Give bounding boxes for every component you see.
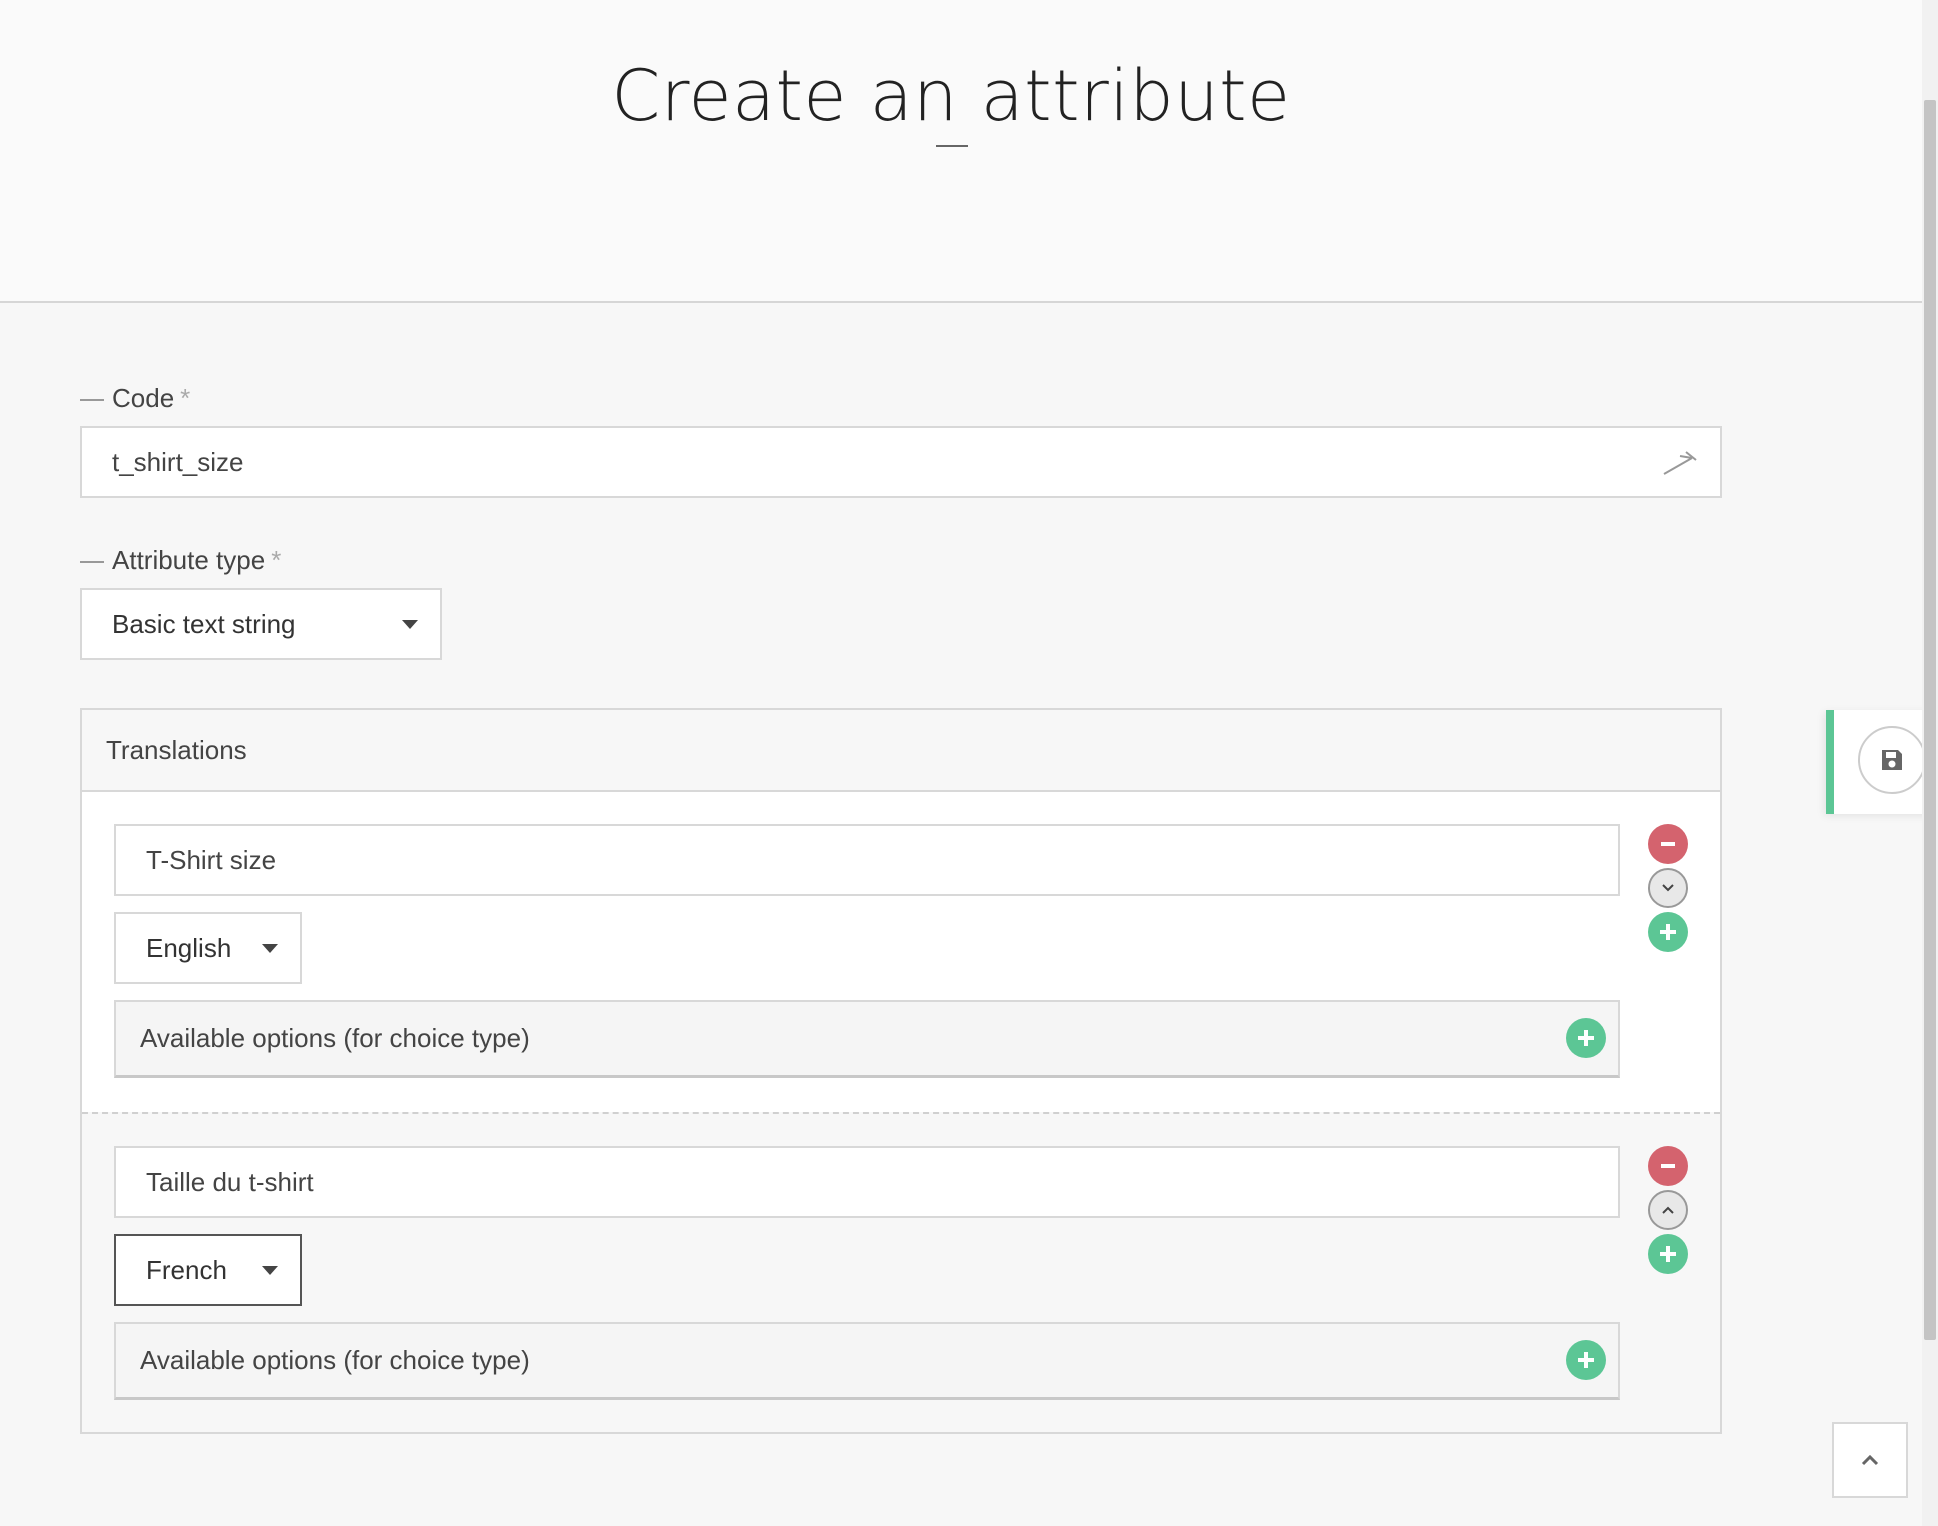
page-header: Create an attribute — [0, 0, 1922, 303]
scrollbar-thumb[interactable] — [1924, 100, 1936, 1340]
translation-item: Taille du t-shirt French Available optio… — [82, 1112, 1720, 1432]
translations-header: Translations — [82, 710, 1720, 792]
label-dash — [80, 399, 104, 402]
page-title: Create an attribute — [611, 55, 1291, 137]
chevron-down-icon — [1662, 884, 1674, 892]
caret-down-icon — [402, 620, 418, 629]
title-underline — [936, 145, 968, 147]
translation-value-input[interactable]: T-Shirt size — [114, 824, 1620, 896]
attribute-type-value: Basic text string — [112, 608, 296, 639]
floppy-disk-icon — [1882, 750, 1902, 770]
code-input[interactable]: t_shirt_size — [80, 426, 1722, 498]
move-up-button[interactable] — [1648, 1190, 1688, 1230]
required-mark: * — [180, 383, 191, 413]
chevron-up-icon — [1861, 1454, 1879, 1466]
wand-icon[interactable] — [1662, 448, 1698, 485]
scroll-top-button[interactable] — [1832, 1422, 1908, 1498]
minus-icon — [1661, 842, 1675, 846]
label-dash — [80, 561, 104, 564]
plus-icon — [1660, 1246, 1676, 1262]
available-options-bar: Available options (for choice type) — [114, 1000, 1620, 1078]
save-button[interactable] — [1858, 726, 1926, 794]
minus-icon — [1661, 1164, 1675, 1168]
add-translation-button[interactable] — [1648, 1234, 1688, 1274]
caret-down-icon — [262, 944, 278, 953]
remove-translation-button[interactable] — [1648, 1146, 1688, 1186]
add-option-button[interactable] — [1566, 1340, 1606, 1380]
scrollbar[interactable] — [1922, 0, 1938, 1526]
plus-icon — [1578, 1352, 1594, 1368]
code-label: Code * — [80, 383, 190, 414]
translation-value-input[interactable]: Taille du t-shirt — [114, 1146, 1620, 1218]
translation-item: T-Shirt size English Available options (… — [82, 792, 1720, 1112]
plus-icon — [1578, 1030, 1594, 1046]
code-input-value: t_shirt_size — [112, 446, 244, 477]
add-translation-button[interactable] — [1648, 912, 1688, 952]
move-down-button[interactable] — [1648, 868, 1688, 908]
chevron-up-icon — [1662, 1206, 1674, 1214]
caret-down-icon — [262, 1266, 278, 1275]
translations-panel: Translations T-Shirt size English Availa… — [80, 708, 1722, 1434]
attribute-type-select[interactable]: Basic text string — [80, 588, 442, 660]
required-mark: * — [271, 545, 282, 575]
language-select[interactable]: French — [114, 1234, 302, 1306]
available-options-bar: Available options (for choice type) — [114, 1322, 1620, 1400]
attribute-type-label: Attribute type * — [80, 545, 281, 576]
remove-translation-button[interactable] — [1648, 824, 1688, 864]
language-select[interactable]: English — [114, 912, 302, 984]
plus-icon — [1660, 924, 1676, 940]
add-option-button[interactable] — [1566, 1018, 1606, 1058]
